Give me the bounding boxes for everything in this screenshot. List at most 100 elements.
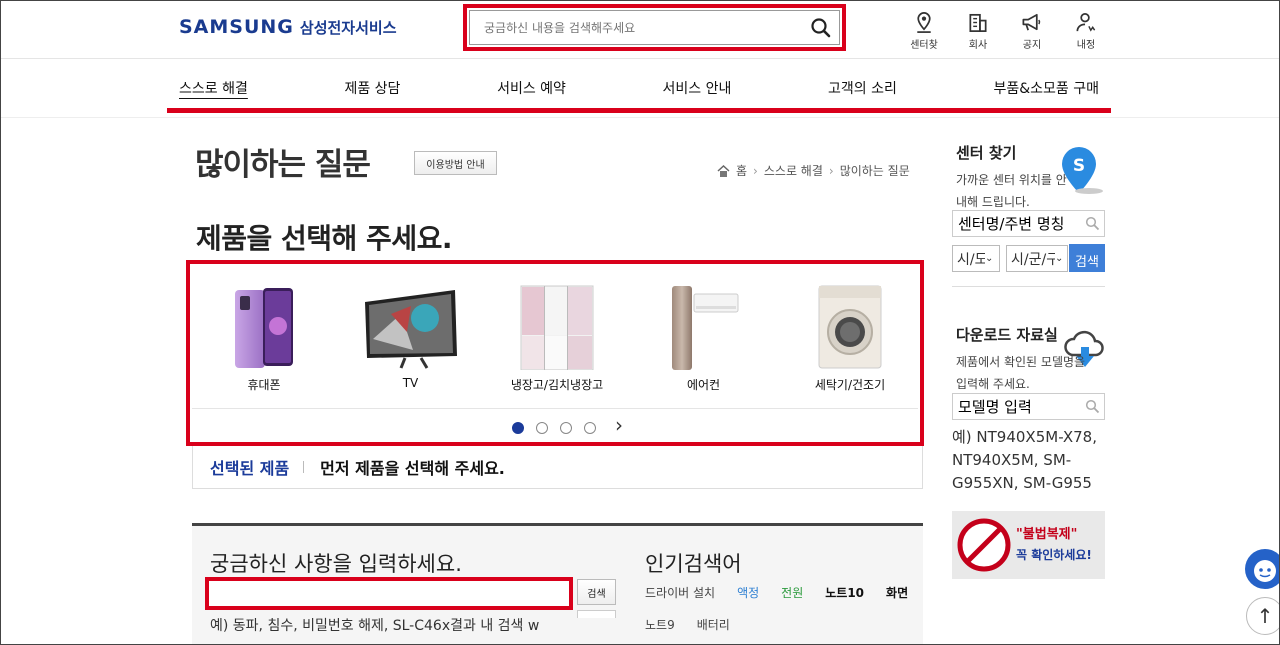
scroll-top-button[interactable]: ↑ — [1246, 597, 1279, 635]
faq-search-title: 궁금하신 사항을 입력하세요. — [210, 552, 462, 576]
quick-link-label: 회사 — [968, 40, 988, 51]
center-search-input[interactable] — [953, 214, 1081, 233]
chatbot-icon — [1254, 560, 1276, 582]
user-icon — [1076, 13, 1096, 32]
carousel-dot-2[interactable] — [536, 422, 548, 434]
sido-select-value: 시/도 — [957, 251, 985, 268]
header-divider — [1, 58, 1279, 59]
header-search-highlight — [463, 4, 846, 51]
quick-link-center[interactable]: 센터찾 — [903, 11, 945, 51]
carousel-dot-1[interactable] — [512, 422, 524, 434]
samsung-logo[interactable]: SAMSUNG 삼성전자서비스 — [179, 16, 397, 38]
gnb-customer-voice[interactable]: 고객의 소리 — [828, 63, 897, 108]
search-icon[interactable] — [803, 10, 839, 46]
banner-subtitle: 꼭 확인하세요! — [1016, 548, 1092, 562]
sigungu-select[interactable]: 시/군/구 ⌄ — [1006, 245, 1068, 272]
megaphone-icon — [1022, 13, 1041, 31]
quick-link-company[interactable]: 회사 — [957, 11, 999, 51]
product-air-conditioner[interactable]: 에어컨 — [634, 284, 774, 393]
carousel-divider — [192, 408, 918, 409]
breadcrumb-home[interactable]: 홈 — [736, 162, 747, 179]
selected-product-bar: 선택된 제품 먼저 제품을 선택해 주세요. — [192, 446, 923, 489]
quick-link-my[interactable]: 내정 — [1065, 11, 1107, 51]
popular-keyword[interactable]: 액정 — [737, 584, 759, 601]
refrigerator-icon — [519, 284, 595, 370]
faq-search-input[interactable] — [209, 581, 569, 606]
building-icon — [969, 13, 987, 32]
header-quick-links: 센터찾 회사 공지 내정 — [903, 11, 1107, 51]
model-search-field — [952, 393, 1105, 420]
header-search-input[interactable] — [484, 20, 803, 35]
carousel-pagination — [512, 422, 596, 434]
popular-keyword[interactable]: 노트10 — [825, 584, 864, 601]
banner-text: "불법복제" 꼭 확인하세요! — [1016, 525, 1092, 565]
sido-select[interactable]: 시/도 ⌄ — [952, 245, 1000, 272]
selected-product-label: 선택된 제품 — [210, 459, 290, 478]
product-washer[interactable]: 세탁기/건조기 — [780, 284, 920, 393]
product-list: 휴대폰 TV 냉장고/김치냉장고 에어컨 세탁기/건조기 — [194, 284, 920, 393]
usage-guide-button[interactable]: 이용방법 안내 — [414, 151, 497, 175]
download-title: 다운로드 자료실 — [956, 326, 1058, 344]
brand-sub: 삼성전자서비스 — [299, 19, 397, 37]
center-find-description: 가까운 센터 위치를 안내해 드립니다. — [956, 173, 1067, 209]
popular-keyword[interactable]: 드라이버 설치 — [645, 584, 715, 601]
product-select-title: 제품을 선택해 주세요. — [196, 222, 452, 255]
search-icon[interactable] — [1081, 216, 1105, 231]
svg-text:S: S — [1073, 156, 1085, 176]
washer-icon — [817, 284, 883, 370]
carousel-dot-3[interactable] — [560, 422, 572, 434]
chevron-down-icon: ⌄ — [1055, 253, 1064, 264]
popular-keyword[interactable]: 배터리 — [697, 616, 730, 633]
product-name: 냉장고/김치냉장고 — [510, 378, 604, 392]
faq-result-search-button[interactable] — [577, 610, 616, 618]
location-icon — [917, 12, 931, 33]
popular-keyword[interactable]: 노트9 — [645, 616, 675, 633]
chevron-right-icon[interactable]: › — [615, 413, 623, 437]
product-carousel: 휴대폰 TV 냉장고/김치냉장고 에어컨 세탁기/건조기 › — [186, 260, 924, 446]
chatbot-button[interactable] — [1245, 549, 1279, 589]
nav-divider — [1, 117, 1279, 118]
gnb-service-guide[interactable]: 서비스 안내 — [663, 63, 732, 108]
popular-keyword[interactable]: 전원 — [781, 584, 803, 601]
product-tv[interactable]: TV — [341, 284, 481, 393]
anti-piracy-banner[interactable]: "불법복제" 꼭 확인하세요! — [952, 511, 1105, 579]
carousel-dot-4[interactable] — [584, 422, 596, 434]
quick-link-label: 공지 — [1022, 40, 1042, 51]
quick-link-notice[interactable]: 공지 — [1011, 11, 1053, 51]
brand-name: SAMSUNG — [179, 16, 294, 38]
model-example: 예) NT940X5M-X78, NT940X5M, SM-G955XN, SM… — [952, 428, 1097, 492]
product-name: 휴대폰 — [247, 378, 281, 392]
breadcrumb: 홈 › 스스로 해결 › 많이하는 질문 — [717, 162, 910, 179]
faq-search-button[interactable]: 검색 — [577, 579, 616, 605]
breadcrumb-current: 많이하는 질문 — [839, 164, 910, 178]
search-icon[interactable] — [1081, 399, 1105, 414]
product-refrigerator[interactable]: 냉장고/김치냉장고 — [487, 284, 627, 393]
chevron-right-icon: › — [828, 163, 834, 178]
home-icon[interactable] — [717, 164, 730, 178]
breadcrumb-self-solve[interactable]: 스스로 해결 — [764, 162, 823, 179]
sigungu-select-value: 시/군/구 — [1011, 251, 1055, 268]
main-navigation: 스스로 해결 제품 상담 서비스 예약 서비스 안내 고객의 소리 부품&소모품… — [167, 63, 1111, 113]
gnb-parts-purchase[interactable]: 부품&소모품 구매 — [993, 63, 1099, 108]
faq-search-example: 예) 동파, 침수, 비밀번호 해제, SL-C46x결과 내 검색 w — [210, 618, 540, 634]
gnb-service-reservation[interactable]: 서비스 예약 — [497, 63, 566, 108]
model-search-input[interactable] — [953, 397, 1081, 416]
selected-product-message: 먼저 제품을 선택해 주세요. — [320, 459, 505, 478]
product-name: 에어컨 — [686, 378, 721, 392]
gnb-self-solve[interactable]: 스스로 해결 — [179, 63, 248, 108]
center-find-title: 센터 찾기 — [956, 144, 1017, 162]
popular-keyword[interactable]: 화면 — [886, 584, 908, 601]
faq-search-panel: 궁금하신 사항을 입력하세요. 검색 예) 동파, 침수, 비밀번호 해제, S… — [192, 523, 923, 644]
banner-title: "불법복제" — [1016, 527, 1078, 542]
page-title: 많이하는 질문 — [195, 147, 371, 183]
center-search-button[interactable]: 검색 — [1069, 244, 1105, 272]
prohibition-icon — [957, 518, 1011, 572]
gnb-product-consult[interactable]: 제품 상담 — [344, 63, 400, 108]
page: SAMSUNG 삼성전자서비스 센터찾 회사 공지 내정 스스로 — [0, 0, 1280, 645]
faq-search-highlight — [205, 577, 573, 610]
product-phone[interactable]: 휴대폰 — [194, 284, 334, 393]
header-search — [469, 10, 840, 45]
quick-link-label: 내정 — [1076, 40, 1096, 51]
side-divider — [952, 286, 1105, 287]
popular-keywords-title: 인기검색어 — [645, 552, 742, 576]
